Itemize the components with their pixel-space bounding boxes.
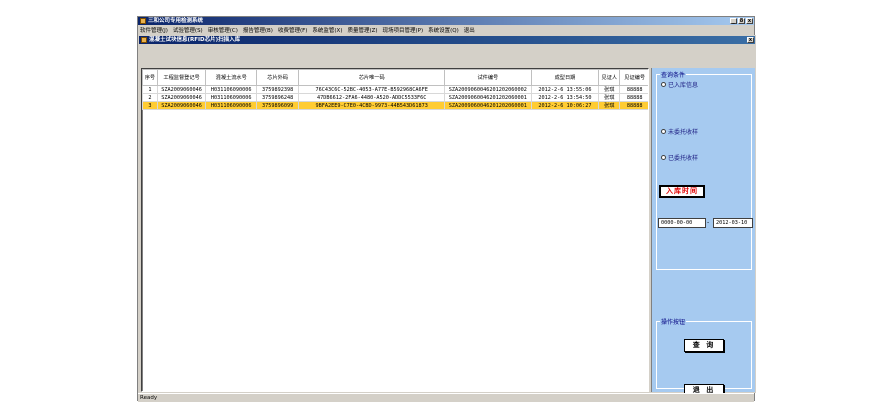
cell-chip-unique-code: 9BFA2EE9-C7E0-4CBD-9973-44B543D61873 (298, 101, 446, 110)
in-time-button[interactable]: 入库时间 (659, 185, 705, 198)
cell-witness-no: 88888 (619, 101, 648, 110)
cell-concrete-serial: H031106090006 (205, 93, 258, 102)
column-header-witness[interactable]: 见证人 (598, 69, 621, 86)
radio-circle-icon (661, 129, 666, 134)
cell-witness: 张琪 (598, 93, 621, 102)
cell-supervision-no: SZA2009060046 (156, 85, 207, 94)
cell-supervision-no: SZA2009060046 (156, 101, 207, 110)
radio-commissioned-label: 已委托收样 (668, 155, 699, 162)
status-bar: Ready (138, 393, 754, 402)
cell-molding-date: 2012-2-6 13:54:50 (530, 93, 600, 102)
menu-quality[interactable]: 质量管理(Z) (347, 26, 377, 34)
app-icon (140, 18, 146, 24)
cell-seq: 1 (142, 85, 158, 94)
table-row-selected[interactable]: 3 SZA2009060046 H031106090006 3759896099… (142, 101, 648, 110)
radio-circle-icon (661, 155, 666, 160)
cell-specimen-no: SZA2009060046201202060001 (444, 93, 532, 102)
minimize-button[interactable]: _ (730, 18, 737, 24)
cell-chip-outer-code: 3759896099 (256, 101, 300, 110)
menu-audit[interactable]: 审核管理(C) (208, 26, 238, 34)
scan-window-title: 混凝土试块信息(RFID芯片)扫描入库 (149, 37, 241, 43)
menu-exit[interactable]: 退出 (464, 26, 475, 34)
cell-witness-no: 88888 (619, 85, 648, 94)
cell-concrete-serial: H031106090006 (205, 101, 258, 110)
data-grid[interactable]: 序号 工程监督登记号 混凝土流水号 芯片外码 芯片唯一码 试件编号 成型日期 见… (141, 68, 649, 392)
column-header-chip-unique-code[interactable]: 芯片唯一码 (298, 69, 446, 86)
table-header-row: 序号 工程监督登记号 混凝土流水号 芯片外码 芯片唯一码 试件编号 成型日期 见… (142, 69, 648, 86)
cell-witness: 张琪 (598, 85, 621, 94)
status-text: Ready (140, 395, 158, 401)
window-controls: _ 8 x (730, 17, 753, 25)
menu-system-monitor[interactable]: 系统监管(X) (312, 26, 342, 34)
window-icon (141, 37, 147, 43)
table-row[interactable]: 2 SZA2009060046 H031106090006 3759896248… (142, 93, 648, 102)
close-button[interactable]: x (746, 18, 753, 24)
menu-fee[interactable]: 收费管理(F) (278, 26, 307, 34)
column-header-concrete-serial[interactable]: 混凝土流水号 (205, 69, 258, 86)
ops-group-label: 操作按钮 (660, 317, 687, 326)
date-from-input[interactable]: 0000-00-00 (658, 218, 706, 228)
radio-in-stock-label: 已入库信息 (668, 82, 699, 89)
cell-seq: 2 (142, 93, 158, 102)
column-header-specimen-no[interactable]: 试件编号 (444, 69, 532, 86)
mdi-area: 混凝土试块信息(RFID芯片)扫描入库 x 序号 工程监督登记号 混凝土流水号 … (138, 35, 756, 397)
cell-seq: 3 (142, 101, 158, 110)
scan-window-close-button[interactable]: x (747, 37, 754, 43)
column-header-witness-no[interactable]: 见证编号 (619, 69, 648, 86)
menu-software[interactable]: 软件管理(J) (140, 26, 168, 34)
cell-chip-unique-code: 47DB6612-2FA6-4480-A520-ADDC5533F6C (298, 93, 446, 102)
cell-concrete-serial: H031106090006 (205, 85, 258, 94)
menu-bar: 软件管理(J) 试验管理(S) 审核管理(C) 报告管理(B) 收费管理(F) … (138, 25, 754, 34)
column-header-seq[interactable]: 序号 (142, 69, 158, 86)
scan-window-titlebar: 混凝土试块信息(RFID芯片)扫描入库 x (139, 36, 755, 44)
menu-settings[interactable]: 系统设置(Q) (428, 26, 459, 34)
cell-supervision-no: SZA2009060046 (156, 93, 207, 102)
radio-commissioned[interactable]: 已委托收样 (661, 153, 698, 162)
radio-not-commissioned-label: 未委托收样 (668, 129, 699, 136)
query-group-label: 查询条件 (660, 70, 687, 79)
scan-window: 混凝土试块信息(RFID芯片)扫描入库 x 序号 工程监督登记号 混凝土流水号 … (138, 35, 756, 397)
query-button[interactable]: 查 询 (684, 339, 724, 352)
menu-test[interactable]: 试验管理(S) (173, 26, 203, 34)
date-to-input[interactable]: 2012-03-10 (713, 218, 753, 228)
app-title: 三和公司专用检测系统 (148, 18, 204, 24)
cell-chip-outer-code: 3759892398 (256, 85, 300, 94)
column-header-molding-date[interactable]: 成型日期 (530, 69, 600, 86)
radio-in-stock[interactable]: 已入库信息 (661, 80, 698, 89)
cell-chip-outer-code: 3759896248 (256, 93, 300, 102)
restore-button[interactable]: 8 (738, 18, 745, 24)
column-header-supervision-no[interactable]: 工程监督登记号 (156, 69, 207, 86)
menu-site-project[interactable]: 现场项目管理(P) (383, 26, 424, 34)
data-table: 序号 工程监督登记号 混凝土流水号 芯片外码 芯片唯一码 试件编号 成型日期 见… (142, 69, 648, 110)
query-group (656, 74, 752, 270)
ops-group (656, 321, 752, 389)
table-row[interactable]: 1 SZA2009060046 H031106090006 3759892398… (142, 85, 648, 94)
cell-molding-date: 2012-2-6 10:06:27 (530, 101, 600, 110)
cell-specimen-no: SZA2009060046201202060002 (444, 85, 532, 94)
date-range-dash: - (707, 219, 710, 226)
cell-witness-no: 88888 (619, 93, 648, 102)
app-titlebar: 三和公司专用检测系统 _ 8 x (138, 17, 754, 25)
cell-specimen-no: SZA2009060046201202060001 (444, 101, 532, 110)
cell-molding-date: 2012-2-6 13:55:06 (530, 85, 600, 94)
app-window: 三和公司专用检测系统 _ 8 x 软件管理(J) 试验管理(S) 审核管理(C)… (137, 16, 756, 402)
column-header-chip-outer-code[interactable]: 芯片外码 (256, 69, 300, 86)
cell-chip-unique-code: 76C43C6C-52BC-4053-A77E-B592968CA6FE (298, 85, 446, 94)
menu-report[interactable]: 报告管理(B) (243, 26, 273, 34)
radio-not-commissioned[interactable]: 未委托收样 (661, 127, 698, 136)
cell-witness: 张琪 (598, 101, 621, 110)
side-panel: 查询条件 已入库信息 未委托收样 已委托收样 入库时间 0000-00-00 -… (651, 68, 755, 397)
radio-circle-icon (661, 82, 666, 87)
